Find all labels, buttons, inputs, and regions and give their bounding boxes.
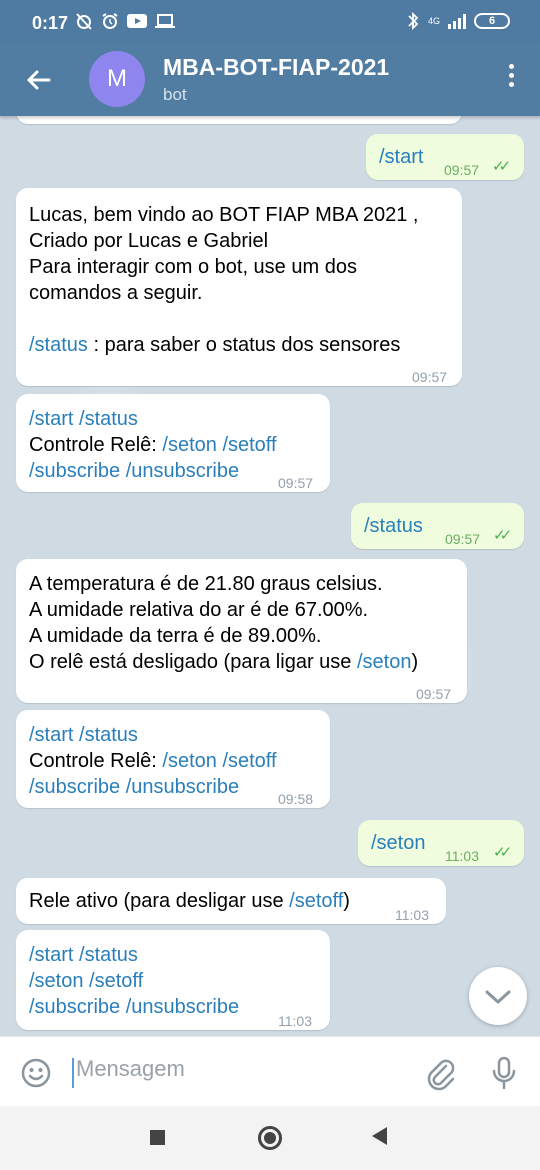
message-time: 09:57 xyxy=(278,475,314,491)
message-outgoing[interactable]: /seton 11:03 ✓✓ xyxy=(358,820,524,866)
message-text: O relê está desligado (para ligar use xyxy=(29,651,357,673)
status-bar: 0:17 4G 6 xyxy=(0,0,540,42)
chat-subtitle: bot xyxy=(163,85,187,104)
back-button[interactable] xyxy=(20,62,56,98)
message-incoming[interactable]: /start /status Controle Relê: /seton /se… xyxy=(16,710,330,808)
message-commands[interactable]: /subscribe /unsubscribe xyxy=(29,458,239,484)
message-commands[interactable]: /seton /setoff xyxy=(29,968,143,994)
message-label: Controle Relê: xyxy=(29,434,163,456)
message-commands[interactable]: /seton /setoff xyxy=(162,434,276,456)
message-commands[interactable]: /start /status xyxy=(29,942,138,968)
message-bubble-partial xyxy=(16,116,462,124)
voice-button[interactable] xyxy=(488,1055,520,1091)
message-outgoing[interactable]: /start 09:57 ✓✓ xyxy=(366,134,524,180)
message-line: Para interagir com o bot, use um dos xyxy=(29,256,357,278)
smiley-icon xyxy=(21,1058,51,1088)
signal-icon xyxy=(448,13,466,29)
dot-icon xyxy=(508,73,514,78)
dot-icon xyxy=(508,82,514,87)
system-back-button[interactable] xyxy=(372,1127,387,1145)
message-text: ) xyxy=(411,651,419,673)
scroll-down-button[interactable] xyxy=(469,967,527,1025)
command-description: : para saber o status dos sensores xyxy=(87,334,401,356)
read-checks-icon: ✓✓ xyxy=(493,527,512,544)
message-line: A umidade da terra é de 89.00%. xyxy=(29,625,322,647)
text-cursor xyxy=(72,1058,74,1088)
message-text[interactable]: /status xyxy=(364,513,423,539)
message-text[interactable]: /seton xyxy=(371,830,425,856)
message-line: Controle Relê: /seton /setoff xyxy=(29,748,277,774)
network-type: 4G xyxy=(427,15,440,26)
message-line: Controle Relê: /seton /setoff xyxy=(29,432,277,458)
message-input[interactable] xyxy=(76,1056,396,1082)
microphone-icon xyxy=(492,1056,516,1090)
message-incoming[interactable]: Rele ativo (para desligar use /setoff) 1… xyxy=(16,878,446,924)
message-line: A temperatura é de 21.80 graus celsius. xyxy=(29,573,383,595)
battery-level: 6 xyxy=(488,15,496,27)
home-button[interactable] xyxy=(258,1126,282,1150)
command-link[interactable]: /setoff xyxy=(289,890,343,912)
message-incoming[interactable]: A temperatura é de 21.80 graus celsius. … xyxy=(16,559,467,703)
message-line: /status : para saber o status dos sensor… xyxy=(29,332,400,358)
avatar[interactable]: M xyxy=(89,51,145,107)
command-link[interactable]: /status xyxy=(29,334,88,356)
message-commands[interactable]: /subscribe /unsubscribe xyxy=(29,774,239,800)
status-time: 0:17 xyxy=(32,13,69,33)
message-time: 11:03 xyxy=(395,907,429,923)
message-line: Lucas, bem vindo ao BOT FIAP MBA 2021 , xyxy=(29,204,419,226)
message-line: O relê está desligado (para ligar use /s… xyxy=(29,649,418,675)
message-text: ) xyxy=(343,890,350,912)
message-incoming[interactable]: /start /status Controle Relê: /seton /se… xyxy=(16,394,330,492)
message-time: 09:58 xyxy=(278,791,314,807)
message-time: 09:57 xyxy=(412,369,448,385)
message-text: Rele ativo (para desligar use xyxy=(29,890,290,912)
read-checks-icon: ✓✓ xyxy=(492,158,511,175)
chat-header: M MBA-BOT-FIAP-2021 bot xyxy=(0,42,540,116)
message-line: Criado por Lucas e Gabriel xyxy=(29,230,269,252)
emoji-button[interactable] xyxy=(20,1057,52,1089)
attach-button[interactable] xyxy=(424,1057,458,1091)
message-line: A umidade relativa do ar é de 67.00%. xyxy=(29,599,369,621)
more-menu-button[interactable] xyxy=(506,64,516,94)
bluetooth-icon xyxy=(408,11,419,31)
message-list[interactable]: /start 09:57 ✓✓ Lucas, bem vindo ao BOT … xyxy=(0,116,540,1036)
message-line: comandos a seguir. xyxy=(29,282,203,304)
status-icons xyxy=(74,11,176,31)
paperclip-icon xyxy=(427,1059,455,1091)
message-time: 11:03 xyxy=(278,1013,312,1029)
message-outgoing[interactable]: /status 09:57 ✓✓ xyxy=(351,503,524,549)
read-checks-icon: ✓✓ xyxy=(493,844,512,861)
message-time: 09:57 xyxy=(416,686,452,702)
message-time: 09:57 xyxy=(444,162,480,178)
chevron-down-icon xyxy=(485,990,511,1004)
message-commands[interactable]: /start /status xyxy=(29,406,138,432)
chat-title[interactable]: MBA-BOT-FIAP-2021 xyxy=(163,54,389,81)
status-right: 4G 6 xyxy=(406,11,510,31)
battery-icon: 6 xyxy=(474,13,510,29)
message-time: 09:57 xyxy=(445,531,481,547)
message-line: Rele ativo (para desligar use /setoff) xyxy=(29,888,350,914)
message-time: 11:03 xyxy=(445,848,479,864)
command-link[interactable]: /seton xyxy=(357,651,411,673)
alarm-off-icon xyxy=(76,13,92,30)
composer xyxy=(0,1036,540,1106)
laptop-icon xyxy=(155,14,175,28)
message-label: Controle Relê: xyxy=(29,750,163,772)
alarm-icon xyxy=(102,13,118,29)
message-commands[interactable]: /start /status xyxy=(29,722,138,748)
message-commands[interactable]: /seton /setoff xyxy=(162,750,276,772)
arrow-back-icon xyxy=(27,70,51,90)
message-text[interactable]: /start xyxy=(379,144,423,170)
dot-icon xyxy=(508,64,514,69)
message-commands[interactable]: /subscribe /unsubscribe xyxy=(29,994,239,1020)
youtube-icon xyxy=(127,14,147,28)
system-nav-bar xyxy=(0,1106,540,1170)
message-incoming[interactable]: Lucas, bem vindo ao BOT FIAP MBA 2021 , … xyxy=(16,188,462,386)
recents-button[interactable] xyxy=(150,1130,165,1145)
message-incoming[interactable]: /start /status /seton /setoff /subscribe… xyxy=(16,930,330,1030)
